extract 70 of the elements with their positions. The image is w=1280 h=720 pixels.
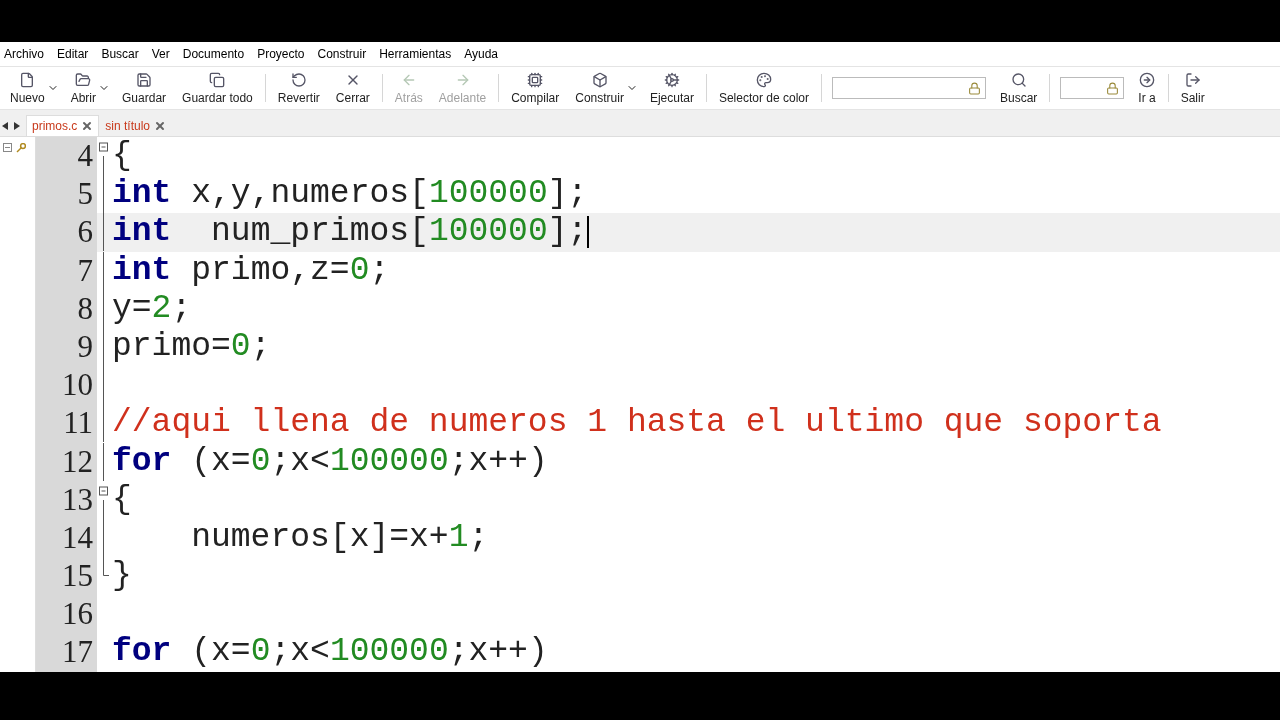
floppy-icon	[136, 71, 153, 88]
close-icon[interactable]	[154, 120, 167, 132]
left-arrow-icon[interactable]	[2, 122, 8, 130]
menu-item[interactable]: Herramientas	[379, 47, 452, 61]
palette-icon	[755, 71, 772, 88]
exit-icon	[1184, 71, 1201, 88]
toolbar-button[interactable]: Guardar todo	[174, 69, 261, 107]
lock-icon	[968, 81, 981, 95]
toolbar-button[interactable]: Compilar	[503, 69, 568, 107]
search-icon	[1010, 71, 1027, 88]
toolbar-button[interactable]: Selector de color	[710, 69, 817, 107]
code-line: int primo,z=0;	[111, 251, 390, 290]
file-tab[interactable]: sin título	[99, 115, 173, 136]
toolbar-button[interactable]: Ir a	[1130, 69, 1164, 107]
code-line: }	[111, 557, 132, 596]
menu-item[interactable]: Construir	[317, 47, 367, 61]
code-line: int x,y,numeros[100000];	[111, 175, 588, 214]
file-tab[interactable]: primos.c	[26, 115, 100, 136]
menu-item[interactable]: Ver	[151, 47, 170, 61]
toolbar-button[interactable]: Nuevo	[2, 69, 53, 107]
menu-item[interactable]: Documento	[182, 47, 245, 61]
toolbar-button[interactable]: Ejecutar	[641, 69, 702, 107]
line-number: 15	[36, 557, 97, 596]
code-line: numeros[x]=x+1;	[190, 518, 489, 558]
toolbar-button[interactable]: Salir	[1172, 69, 1213, 107]
code-line: //aqui llena de numeros 1 hasta el ultimo que soporta	[111, 404, 1162, 443]
collapse-icon[interactable]	[3, 143, 12, 152]
line-number: 10	[36, 366, 97, 405]
toolbar-button[interactable]: Guardar	[114, 69, 175, 107]
toolbar-button[interactable]: Buscar	[992, 69, 1046, 107]
right-arrow-icon[interactable]	[14, 122, 20, 130]
line-number: 6	[36, 213, 97, 252]
code-line: for (x=0;x<100000;x++)	[111, 633, 548, 672]
menu-item[interactable]: Proyecto	[257, 47, 305, 61]
fold-end-mark	[103, 557, 109, 577]
line-number: 4	[36, 137, 97, 176]
menu-item[interactable]: Editar	[57, 47, 89, 61]
search-field[interactable]	[832, 77, 986, 99]
code-line: y=2;	[111, 289, 192, 328]
line-number: 7	[36, 251, 97, 290]
menu-item[interactable]: Buscar	[101, 47, 139, 61]
search-field[interactable]	[1060, 77, 1125, 99]
menu-item[interactable]: Archivo	[4, 47, 44, 61]
toolbar-button[interactable]: Cerrar	[327, 69, 378, 107]
line-number: 14	[36, 518, 97, 558]
lock-icon	[1106, 81, 1120, 95]
line-number: 12	[36, 442, 97, 481]
toolbar-button[interactable]: Revertir	[269, 69, 328, 107]
line-number: 16	[36, 595, 97, 634]
line-number: 9	[36, 327, 97, 367]
line-number: 8	[36, 289, 97, 328]
revert-icon	[290, 71, 307, 88]
close-icon[interactable]	[81, 120, 94, 132]
folder-icon	[75, 71, 92, 88]
toolbar-button[interactable]: Abrir	[62, 69, 105, 107]
code-line: {	[111, 480, 132, 519]
gear-icon	[663, 71, 680, 88]
line-number: 13	[36, 480, 97, 519]
menu-item[interactable]: Ayuda	[464, 47, 498, 61]
key-icon	[16, 143, 26, 153]
code-line: {	[111, 137, 132, 176]
code-line: for (x=0;x<100000;x++)	[111, 442, 548, 481]
toolbar-button[interactable]: Construir	[567, 69, 632, 107]
chip-icon	[527, 71, 544, 88]
code-line: int num_primos[100000];	[111, 213, 590, 252]
file-icon	[19, 71, 36, 88]
code-line: primo=0;	[111, 327, 271, 367]
line-number: 17	[36, 633, 97, 672]
line-number: 5	[36, 175, 97, 214]
line-number: 11	[36, 404, 97, 443]
